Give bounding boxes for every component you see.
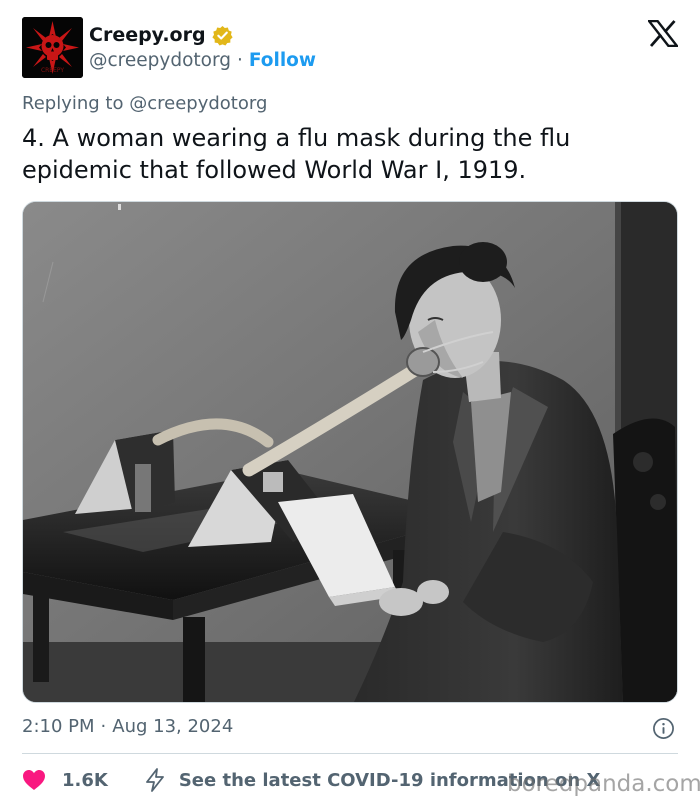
info-icon[interactable] <box>652 717 675 740</box>
x-logo-icon[interactable] <box>646 19 680 48</box>
handle-row: @creepydotorg · Follow <box>89 48 316 72</box>
avatar-text: CREEPY <box>41 67 64 74</box>
tweet-date: Aug 13, 2024 <box>112 716 234 737</box>
timestamp-row[interactable]: 2:10 PM · Aug 13, 2024 <box>22 716 233 737</box>
divider <box>22 753 678 754</box>
bolt-icon <box>144 768 166 792</box>
tweet-time: 2:10 PM <box>22 716 95 737</box>
author-handle[interactable]: @creepydotorg <box>89 50 231 71</box>
author-name[interactable]: Creepy.org <box>89 24 206 46</box>
reply-mention[interactable]: @creepydotorg <box>129 93 267 114</box>
tweet-photo[interactable] <box>22 201 678 703</box>
tweet-text: 4. A woman wearing a flu mask during the… <box>22 124 571 184</box>
replying-to: Replying to @creepydotorg <box>22 93 267 114</box>
watermark: boredpanda.com <box>507 771 700 797</box>
avatar[interactable]: CREEPY <box>22 17 83 78</box>
heart-icon[interactable] <box>22 769 46 791</box>
follow-button[interactable]: Follow <box>249 50 316 71</box>
timestamp-separator: · <box>100 716 107 737</box>
handle-separator: · <box>236 49 243 71</box>
verified-badge-icon <box>211 25 233 46</box>
author-name-row: Creepy.org <box>89 22 233 48</box>
tweet-card: CREEPY Creepy.org @creepydotorg · Follow… <box>0 0 700 807</box>
replying-prefix: Replying to <box>22 93 124 114</box>
like-count[interactable]: 1.6K <box>62 770 108 791</box>
